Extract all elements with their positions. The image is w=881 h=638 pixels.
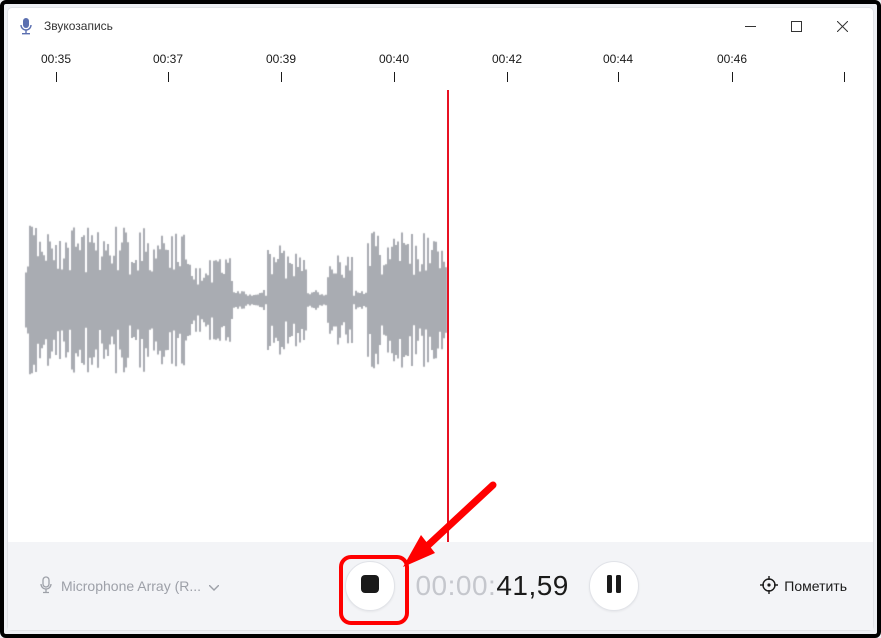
timer-prefix: 00:00: xyxy=(415,570,496,601)
ruler-label: 00:37 xyxy=(153,52,183,66)
microphone-selector[interactable]: Microphone Array (R... xyxy=(28,571,230,602)
stop-icon xyxy=(361,575,379,598)
window-title: Звукозапись xyxy=(44,19,113,33)
window-controls xyxy=(727,10,865,42)
timer: 00:00:41,59 xyxy=(415,570,568,602)
chevron-down-icon xyxy=(209,578,219,594)
close-button[interactable] xyxy=(819,10,865,42)
ruler-label: 00:44 xyxy=(603,52,633,66)
time-ruler[interactable]: 00:35 00:37 00:39 00:40 00:42 00:44 00:46 xyxy=(8,50,873,90)
ruler-label: 00:46 xyxy=(717,52,747,66)
target-icon xyxy=(760,576,778,597)
mark-label: Пометить xyxy=(784,578,847,594)
ruler-label: 00:42 xyxy=(492,52,522,66)
ruler-label: 00:35 xyxy=(41,52,71,66)
pause-icon xyxy=(606,575,622,598)
window: Звукозапись 00:3500:3700:3900:4000:4200:… xyxy=(8,8,873,630)
titlebar[interactable]: Звукозапись xyxy=(8,8,873,44)
ruler-label: 00:39 xyxy=(266,52,296,66)
pause-button[interactable] xyxy=(589,561,639,611)
toolbar: Microphone Array (R... 00:00:41,59 xyxy=(8,542,873,630)
waveform-canvas xyxy=(8,90,873,500)
minimize-button[interactable] xyxy=(727,10,773,42)
ruler-label: 00:40 xyxy=(379,52,409,66)
microphone-label: Microphone Array (R... xyxy=(61,578,201,594)
waveform-area[interactable] xyxy=(8,90,873,542)
app-frame: Звукозапись 00:3500:3700:3900:4000:4200:… xyxy=(0,0,881,638)
timer-value: 41,59 xyxy=(496,570,569,601)
maximize-button[interactable] xyxy=(773,10,819,42)
playhead[interactable] xyxy=(447,90,449,542)
microphone-icon xyxy=(16,16,36,36)
stop-button[interactable] xyxy=(345,561,395,611)
mark-button[interactable]: Пометить xyxy=(754,575,853,598)
microphone-icon xyxy=(39,576,53,597)
